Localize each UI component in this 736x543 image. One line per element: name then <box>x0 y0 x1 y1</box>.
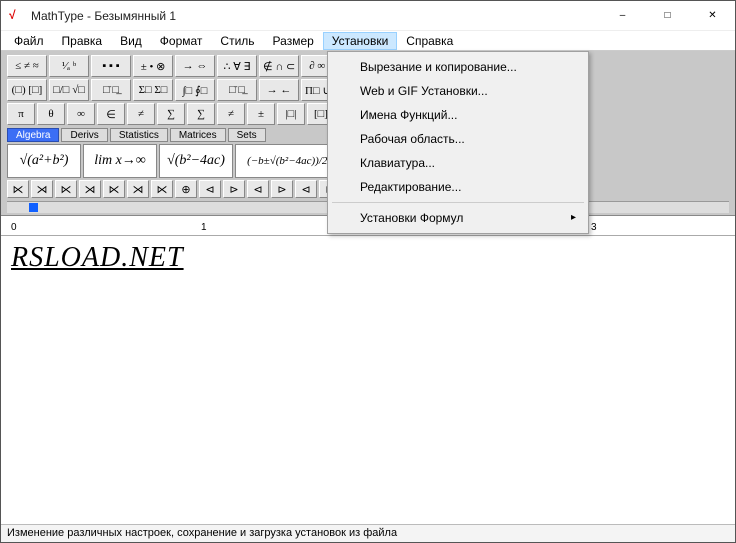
app-icon: √ <box>9 8 25 24</box>
template-fences[interactable]: (□) [□] <box>7 79 47 101</box>
sym-theta[interactable]: θ <box>37 103 65 125</box>
titlebar: √ MathType - Безымянный 1 – □ ✕ <box>1 1 735 31</box>
ruler-label-3: 3 <box>591 222 597 233</box>
ruler-label-0: 0 <box>11 222 17 233</box>
tab-derivs[interactable]: Derivs <box>61 128 107 142</box>
formula-discriminant[interactable]: √(b²−4ac) <box>159 144 233 178</box>
tool-13[interactable]: ⊲ <box>295 180 317 198</box>
menu-file[interactable]: Файл <box>5 32 53 50</box>
tab-matrices[interactable]: Matrices <box>170 128 226 142</box>
template-overunder[interactable]: □̄ □̲ <box>91 79 131 101</box>
sym-pm[interactable]: ± <box>247 103 275 125</box>
tab-statistics[interactable]: Statistics <box>110 128 168 142</box>
window-controls: – □ ✕ <box>600 1 735 31</box>
tool-5[interactable]: ⋉ <box>103 180 125 198</box>
template-integral[interactable]: ∫□ ∮□ <box>175 79 215 101</box>
maximize-button[interactable]: □ <box>645 1 690 31</box>
palette-operators[interactable]: ± • ⊗ <box>133 55 173 77</box>
tool-2[interactable]: ⋊ <box>31 180 53 198</box>
preferences-menu: Вырезание и копирование... Web и GIF Уст… <box>327 51 589 234</box>
tool-9[interactable]: ⊲ <box>199 180 221 198</box>
palette-subsup[interactable]: ¹⁄ₐ ᵇ <box>49 55 89 77</box>
editor-area[interactable]: RSLOAD.NET <box>1 236 735 499</box>
menu-format[interactable]: Формат <box>151 32 212 50</box>
template-bar[interactable]: □̄ □̲ <box>217 79 257 101</box>
tab-algebra[interactable]: Algebra <box>7 128 59 142</box>
menu-cut-copy[interactable]: Вырезание и копирование... <box>330 55 586 79</box>
tool-6[interactable]: ⋊ <box>127 180 149 198</box>
template-sum[interactable]: Σ□ Σ□ <box>133 79 173 101</box>
palette-logic[interactable]: ∴ ∀ ∃ <box>217 55 257 77</box>
tab-stop-icon[interactable] <box>29 203 38 212</box>
palette-embellish[interactable]: ▪ ▪ ▪ <box>91 55 131 77</box>
tool-12[interactable]: ⊳ <box>271 180 293 198</box>
menu-workspace[interactable]: Рабочая область... <box>330 127 586 151</box>
formula-limit[interactable]: lim x→∞ <box>83 144 157 178</box>
menu-style[interactable]: Стиль <box>211 32 263 50</box>
sym-elem[interactable]: ∈ <box>97 103 125 125</box>
tool-10[interactable]: ⊳ <box>223 180 245 198</box>
menu-separator <box>332 202 584 203</box>
palette-arrows[interactable]: → ⇔ <box>175 55 215 77</box>
submenu-arrow-icon: ▸ <box>571 212 576 223</box>
formula-pythag[interactable]: √(a²+b²) <box>7 144 81 178</box>
menu-function-names[interactable]: Имена Функций... <box>330 103 586 127</box>
tool-4[interactable]: ⋊ <box>79 180 101 198</box>
menu-size[interactable]: Размер <box>264 32 323 50</box>
tmpl-abs[interactable]: |□| <box>277 103 305 125</box>
tab-sets[interactable]: Sets <box>228 128 266 142</box>
tool-3[interactable]: ⋉ <box>55 180 77 198</box>
sym-sigma2[interactable]: ∑ <box>187 103 215 125</box>
menubar: Файл Правка Вид Формат Стиль Размер Уста… <box>1 31 735 51</box>
statusbar: Изменение различных настроек, сохранение… <box>1 524 735 542</box>
palette-set[interactable]: ∉ ∩ ⊂ <box>259 55 299 77</box>
menu-preferences[interactable]: Установки <box>323 32 397 50</box>
template-fraction[interactable]: □/□ √□ <box>49 79 89 101</box>
tool-8[interactable]: ⊕ <box>175 180 197 198</box>
ruler-label-1: 1 <box>201 222 207 233</box>
sym-pi[interactable]: π <box>7 103 35 125</box>
palette-relations[interactable]: ≤ ≠ ≈ <box>7 55 47 77</box>
sym-neq[interactable]: ≠ <box>127 103 155 125</box>
tool-7[interactable]: ⋉ <box>151 180 173 198</box>
menu-equation-prefs[interactable]: Установки Формул ▸ <box>330 206 586 230</box>
window-title: MathType - Безымянный 1 <box>31 9 600 23</box>
menu-edit[interactable]: Правка <box>53 32 112 50</box>
menu-keyboard[interactable]: Клавиатура... <box>330 151 586 175</box>
document-text[interactable]: RSLOAD.NET <box>11 242 184 273</box>
sym-neq2[interactable]: ≠ <box>217 103 245 125</box>
tool-11[interactable]: ⊲ <box>247 180 269 198</box>
template-labeled-arrow[interactable]: → ← <box>259 79 299 101</box>
sym-infinity[interactable]: ∞ <box>67 103 95 125</box>
menu-view[interactable]: Вид <box>111 32 151 50</box>
menu-editing[interactable]: Редактирование... <box>330 175 586 199</box>
close-button[interactable]: ✕ <box>690 1 735 31</box>
status-text: Изменение различных настроек, сохранение… <box>7 527 397 539</box>
menu-web-gif[interactable]: Web и GIF Установки... <box>330 79 586 103</box>
sym-sigma[interactable]: ∑ <box>157 103 185 125</box>
minimize-button[interactable]: – <box>600 1 645 31</box>
menu-help[interactable]: Справка <box>397 32 462 50</box>
menu-equation-prefs-label: Установки Формул <box>360 211 463 225</box>
tool-1[interactable]: ⋉ <box>7 180 29 198</box>
